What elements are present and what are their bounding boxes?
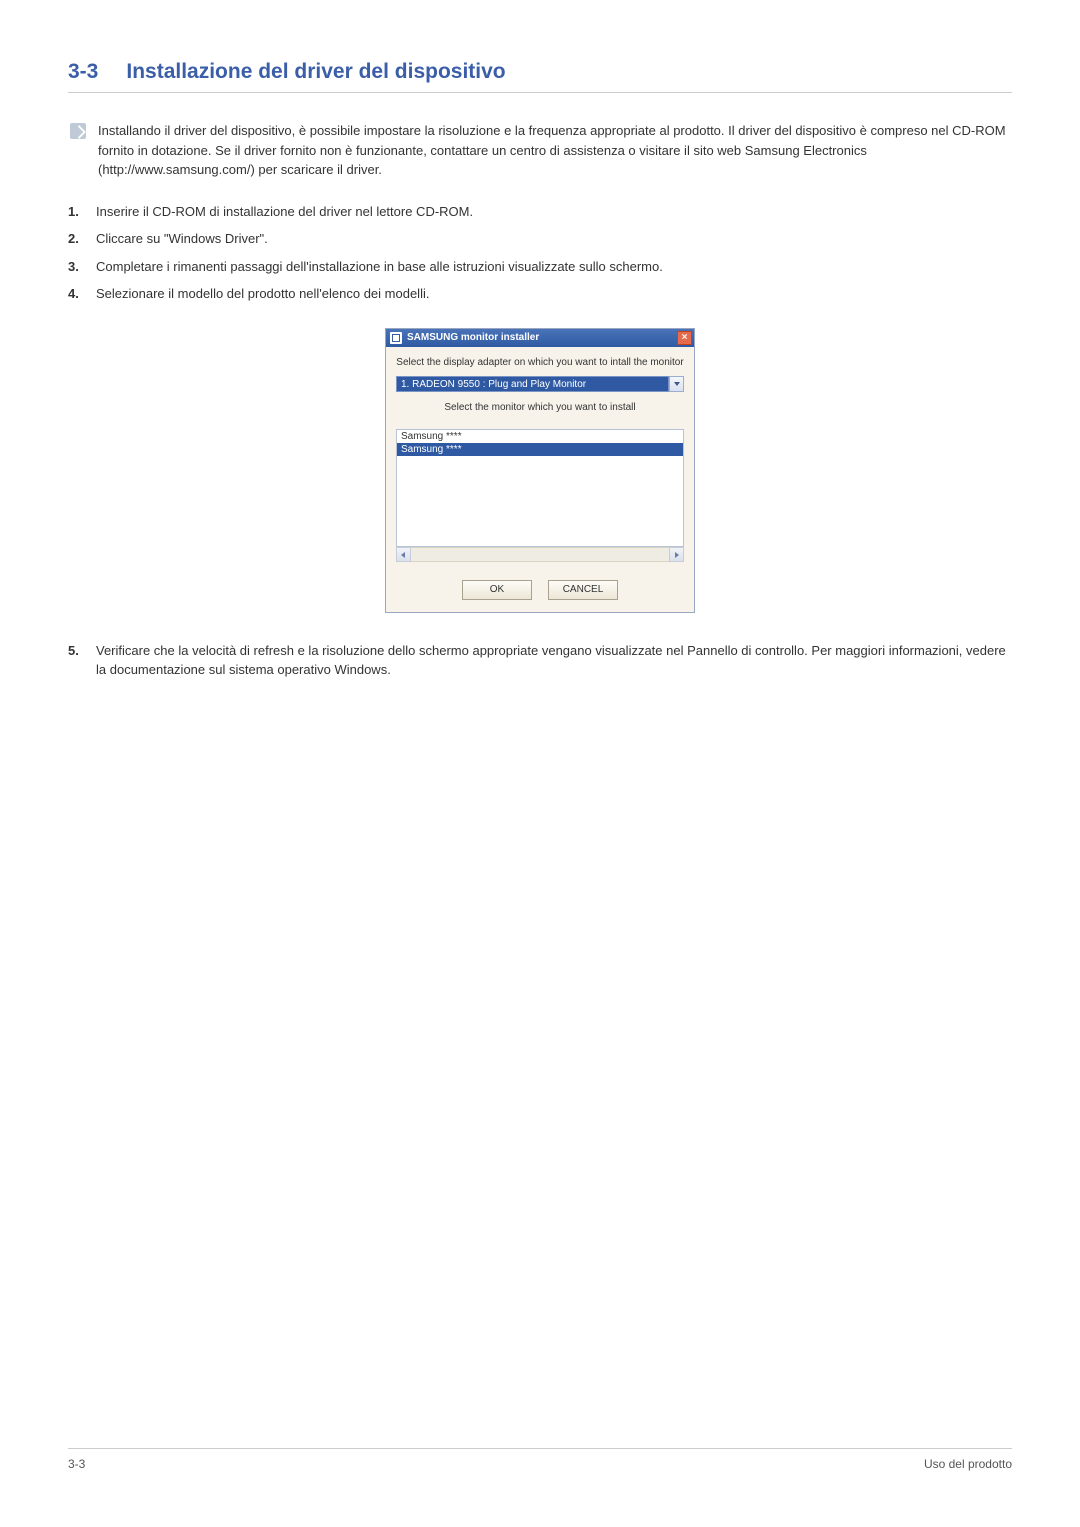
instruction-monitor: Select the monitor which you want to ins… <box>386 392 694 421</box>
close-button[interactable]: × <box>677 331 692 345</box>
step-item: Completare i rimanenti passaggi dell'ins… <box>68 257 1012 277</box>
window-title: SAMSUNG monitor installer <box>407 332 539 343</box>
heading-title: Installazione del driver del dispositivo <box>126 60 505 84</box>
app-icon <box>390 332 402 344</box>
adapter-select-value[interactable]: 1. RADEON 9550 : Plug and Play Monitor <box>396 376 669 392</box>
horizontal-scrollbar[interactable] <box>396 547 684 562</box>
cancel-button[interactable]: CANCEL <box>548 580 618 600</box>
list-item[interactable]: Samsung **** <box>397 443 683 456</box>
heading-number: 3-3 <box>68 60 98 84</box>
footer-left: 3-3 <box>68 1457 85 1471</box>
note-text: Installando il driver del dispositivo, è… <box>98 121 1012 180</box>
step-item: Inserire il CD-ROM di installazione del … <box>68 202 1012 222</box>
scroll-left-arrow[interactable] <box>396 547 411 562</box>
list-item[interactable]: Samsung **** <box>397 430 683 443</box>
monitor-listbox[interactable]: Samsung **** Samsung **** <box>396 429 684 547</box>
page-footer: 3-3 Uso del prodotto <box>68 1448 1012 1471</box>
ok-button[interactable]: OK <box>462 580 532 600</box>
step-item: Selezionare il modello del prodotto nell… <box>68 284 1012 304</box>
note-block: Installando il driver del dispositivo, è… <box>68 121 1012 180</box>
installer-window: SAMSUNG monitor installer × Select the d… <box>385 328 695 613</box>
footer-right: Uso del prodotto <box>924 1457 1012 1471</box>
dropdown-button[interactable] <box>669 376 684 392</box>
scroll-track[interactable] <box>411 547 669 562</box>
titlebar: SAMSUNG monitor installer × <box>386 329 694 347</box>
section-heading: 3-3 Installazione del driver del disposi… <box>68 60 1012 93</box>
steps-list-a: Inserire il CD-ROM di installazione del … <box>68 202 1012 304</box>
step-item: Verificare che la velocità di refresh e … <box>68 641 1012 680</box>
instruction-adapter: Select the display adapter on which you … <box>386 347 694 376</box>
step-item: Cliccare su "Windows Driver". <box>68 229 1012 249</box>
scroll-right-arrow[interactable] <box>669 547 684 562</box>
steps-list-b: Verificare che la velocità di refresh e … <box>68 641 1012 680</box>
note-icon <box>70 123 86 139</box>
